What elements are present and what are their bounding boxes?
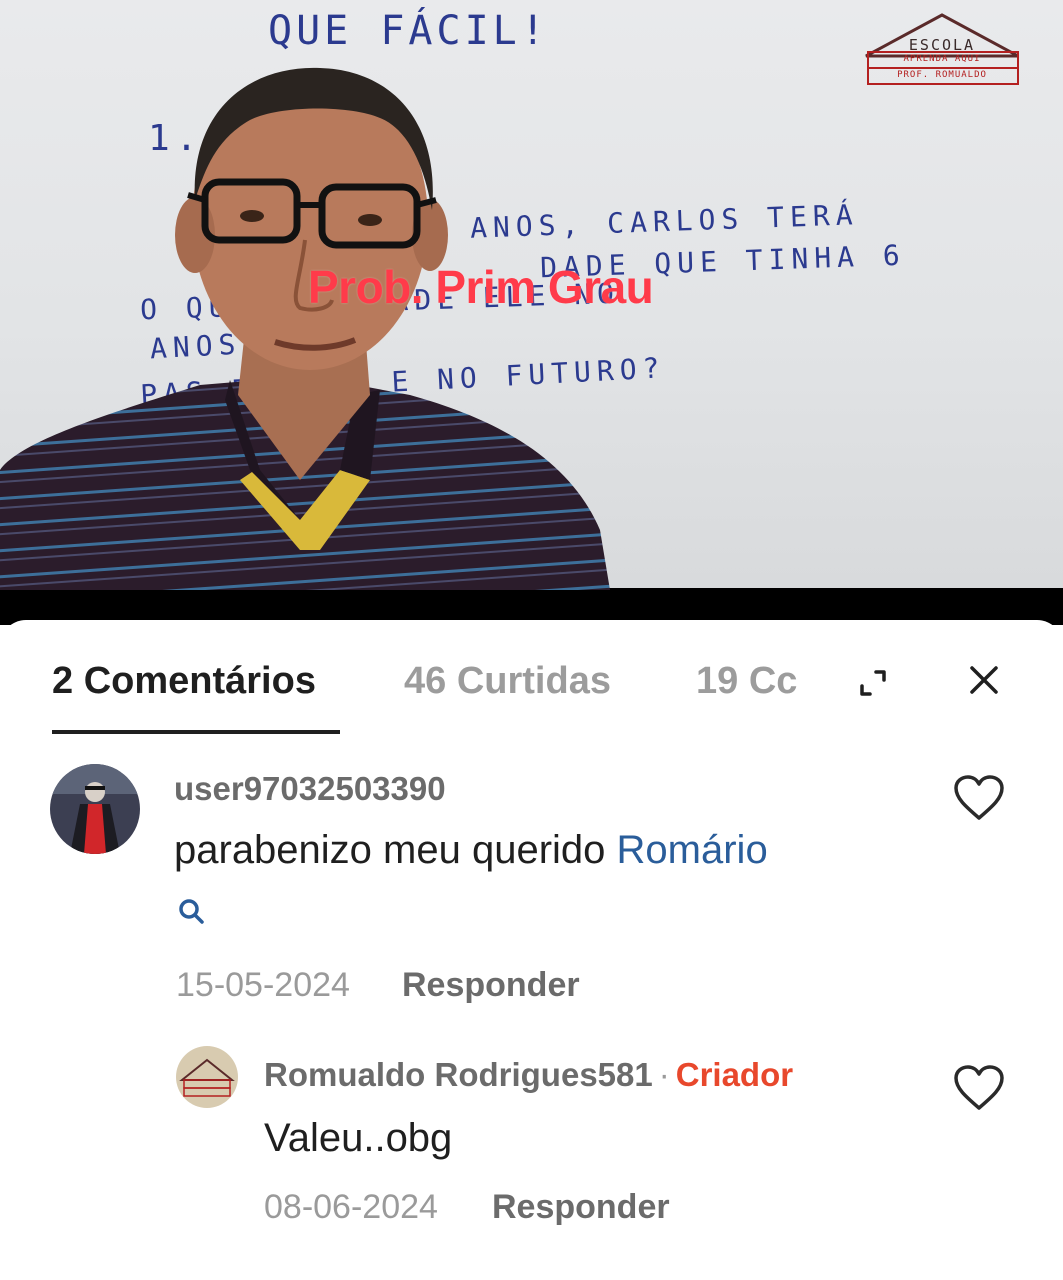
creator-badge: Criador [675,1056,794,1093]
reply-button[interactable]: Responder [492,1188,670,1227]
reply-button[interactable]: Responder [402,966,580,1005]
reply-item: Romualdo Rodrigues581 · Criador Valeu..obg… [0,1040,1063,1240]
separator: · [658,1056,670,1093]
tab-likes[interactable]: 46 Curtidas [404,660,611,703]
reply-username: Romualdo Rodrigues581 · Criador [264,1056,793,1094]
avatar[interactable] [50,764,140,854]
presenter [0,67,610,590]
comment-date: 15-05-2024 [176,966,350,1004]
heart-icon[interactable] [953,774,1005,822]
comment-username[interactable]: user97032503390 [174,770,446,808]
video-player[interactable]: QUE FÁCIL! 1. ANOS, CARLOS TERÁ DADE QUE… [0,0,1063,625]
video-overlay-title: Prob. Prim Grau [308,261,654,313]
reply-text: Valeu..obg [264,1116,453,1160]
expand-icon[interactable] [856,666,890,700]
mention-link[interactable]: Romário [617,828,768,872]
active-tab-indicator [52,730,340,734]
board-title: QUE FÁCIL! [268,8,549,54]
logo-line: APRENDA AQUI [903,54,981,64]
logo-line: PROF. ROMUALDO [897,70,987,80]
avatar[interactable] [176,1046,238,1108]
tab-bar: 2 Comentários 46 Curtidas 19 Cc [0,620,1063,740]
user-avatar-image [50,764,140,854]
reply-date: 08-06-2024 [264,1188,438,1226]
comment-item: user97032503390 parabenizo meu querido R… [0,760,1063,1004]
close-icon[interactable] [964,660,1004,700]
tab-comments[interactable]: 2 Comentários [52,660,316,703]
search-icon[interactable] [176,896,206,926]
logo-line: ESCOLA [908,36,976,54]
tab-more[interactable]: 19 Cc [696,660,804,703]
creator-name[interactable]: Romualdo Rodrigues581 [264,1056,653,1093]
comment-text-body: parabenizo meu querido [174,828,617,872]
comments-sheet: 2 Comentários 46 Curtidas 19 Cc user9703… [0,620,1063,1280]
heart-icon[interactable] [953,1064,1005,1112]
comment-text: parabenizo meu querido Romário [174,828,768,873]
creator-avatar-logo [176,1046,238,1108]
school-logo: ESCOLA APRENDA AQUI PROF. ROMUALDO [862,12,1022,88]
